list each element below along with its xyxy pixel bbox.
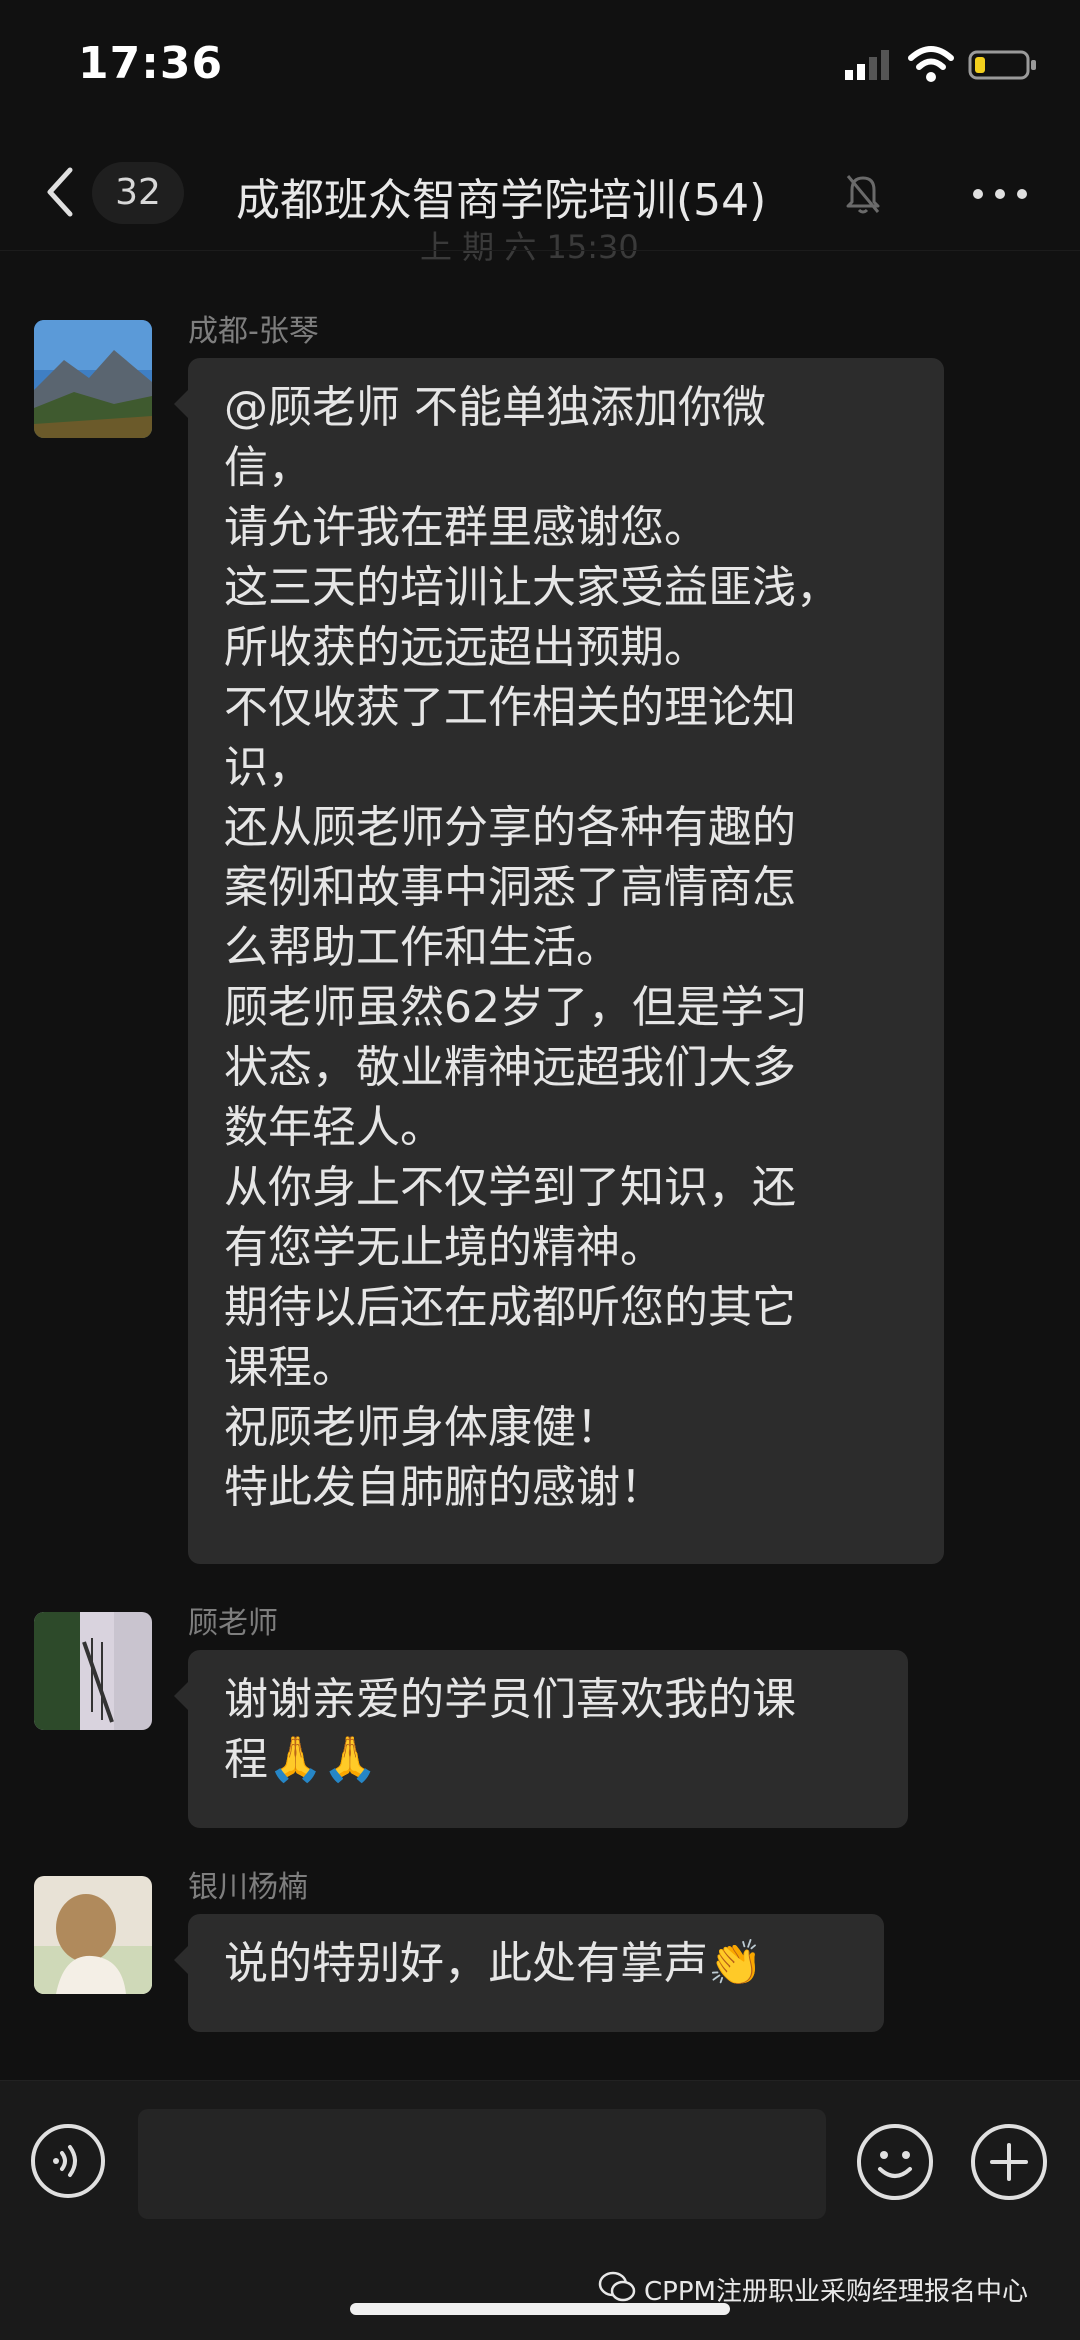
more-icon[interactable] [970,186,1030,202]
message-bubble[interactable]: @顾老师 不能单独添加你微 信， 请允许我在群里感谢您。 这三天的培训让大家受益… [174,358,944,1564]
signal-icon [845,50,889,80]
avatar[interactable] [34,320,152,438]
status-time: 17:36 [78,38,224,89]
back-icon[interactable] [40,162,80,222]
message-text: 说的特别好，此处有掌声👏 [224,1938,763,1989]
chat-input-bar: CPPM注册职业采购经理报名中心 [0,2080,1080,2340]
emoji-icon[interactable] [856,2123,934,2201]
message-bubble[interactable]: 说的特别好，此处有掌声👏 [174,1914,884,2032]
timestamp-divider: 上 期 六 15:30 [420,228,639,266]
message-bubble[interactable]: 谢谢亲爱的学员们喜欢我的课 程🙏🙏 [174,1650,908,1828]
message-text: @顾老师 不能单独添加你微 信， 请允许我在群里感谢您。 这三天的培训让大家受益… [224,382,840,1513]
wifi-icon [908,46,954,82]
avatar[interactable] [34,1876,152,1994]
message-text: 谢谢亲爱的学员们喜欢我的课 程🙏🙏 [224,1674,796,1785]
sender-name: 顾老师 [188,1606,278,1641]
status-bar: 17:36 [0,0,1080,140]
sender-name: 成都-张琴 [188,314,319,349]
header-divider [0,250,1080,251]
mute-icon [846,175,880,214]
sender-name: 银川杨楠 [188,1870,308,1905]
avatar[interactable] [34,1612,152,1730]
plus-icon[interactable] [970,2123,1048,2201]
voice-icon[interactable] [30,2123,106,2199]
home-indicator[interactable] [350,2303,730,2315]
chat-title: 成都班众智商学院培训(54) [236,175,767,226]
message-input[interactable] [138,2109,826,2219]
battery-icon [968,50,1036,80]
unread-count-badge[interactable]: 32 [92,162,184,224]
wechat-icon [598,2271,636,2302]
